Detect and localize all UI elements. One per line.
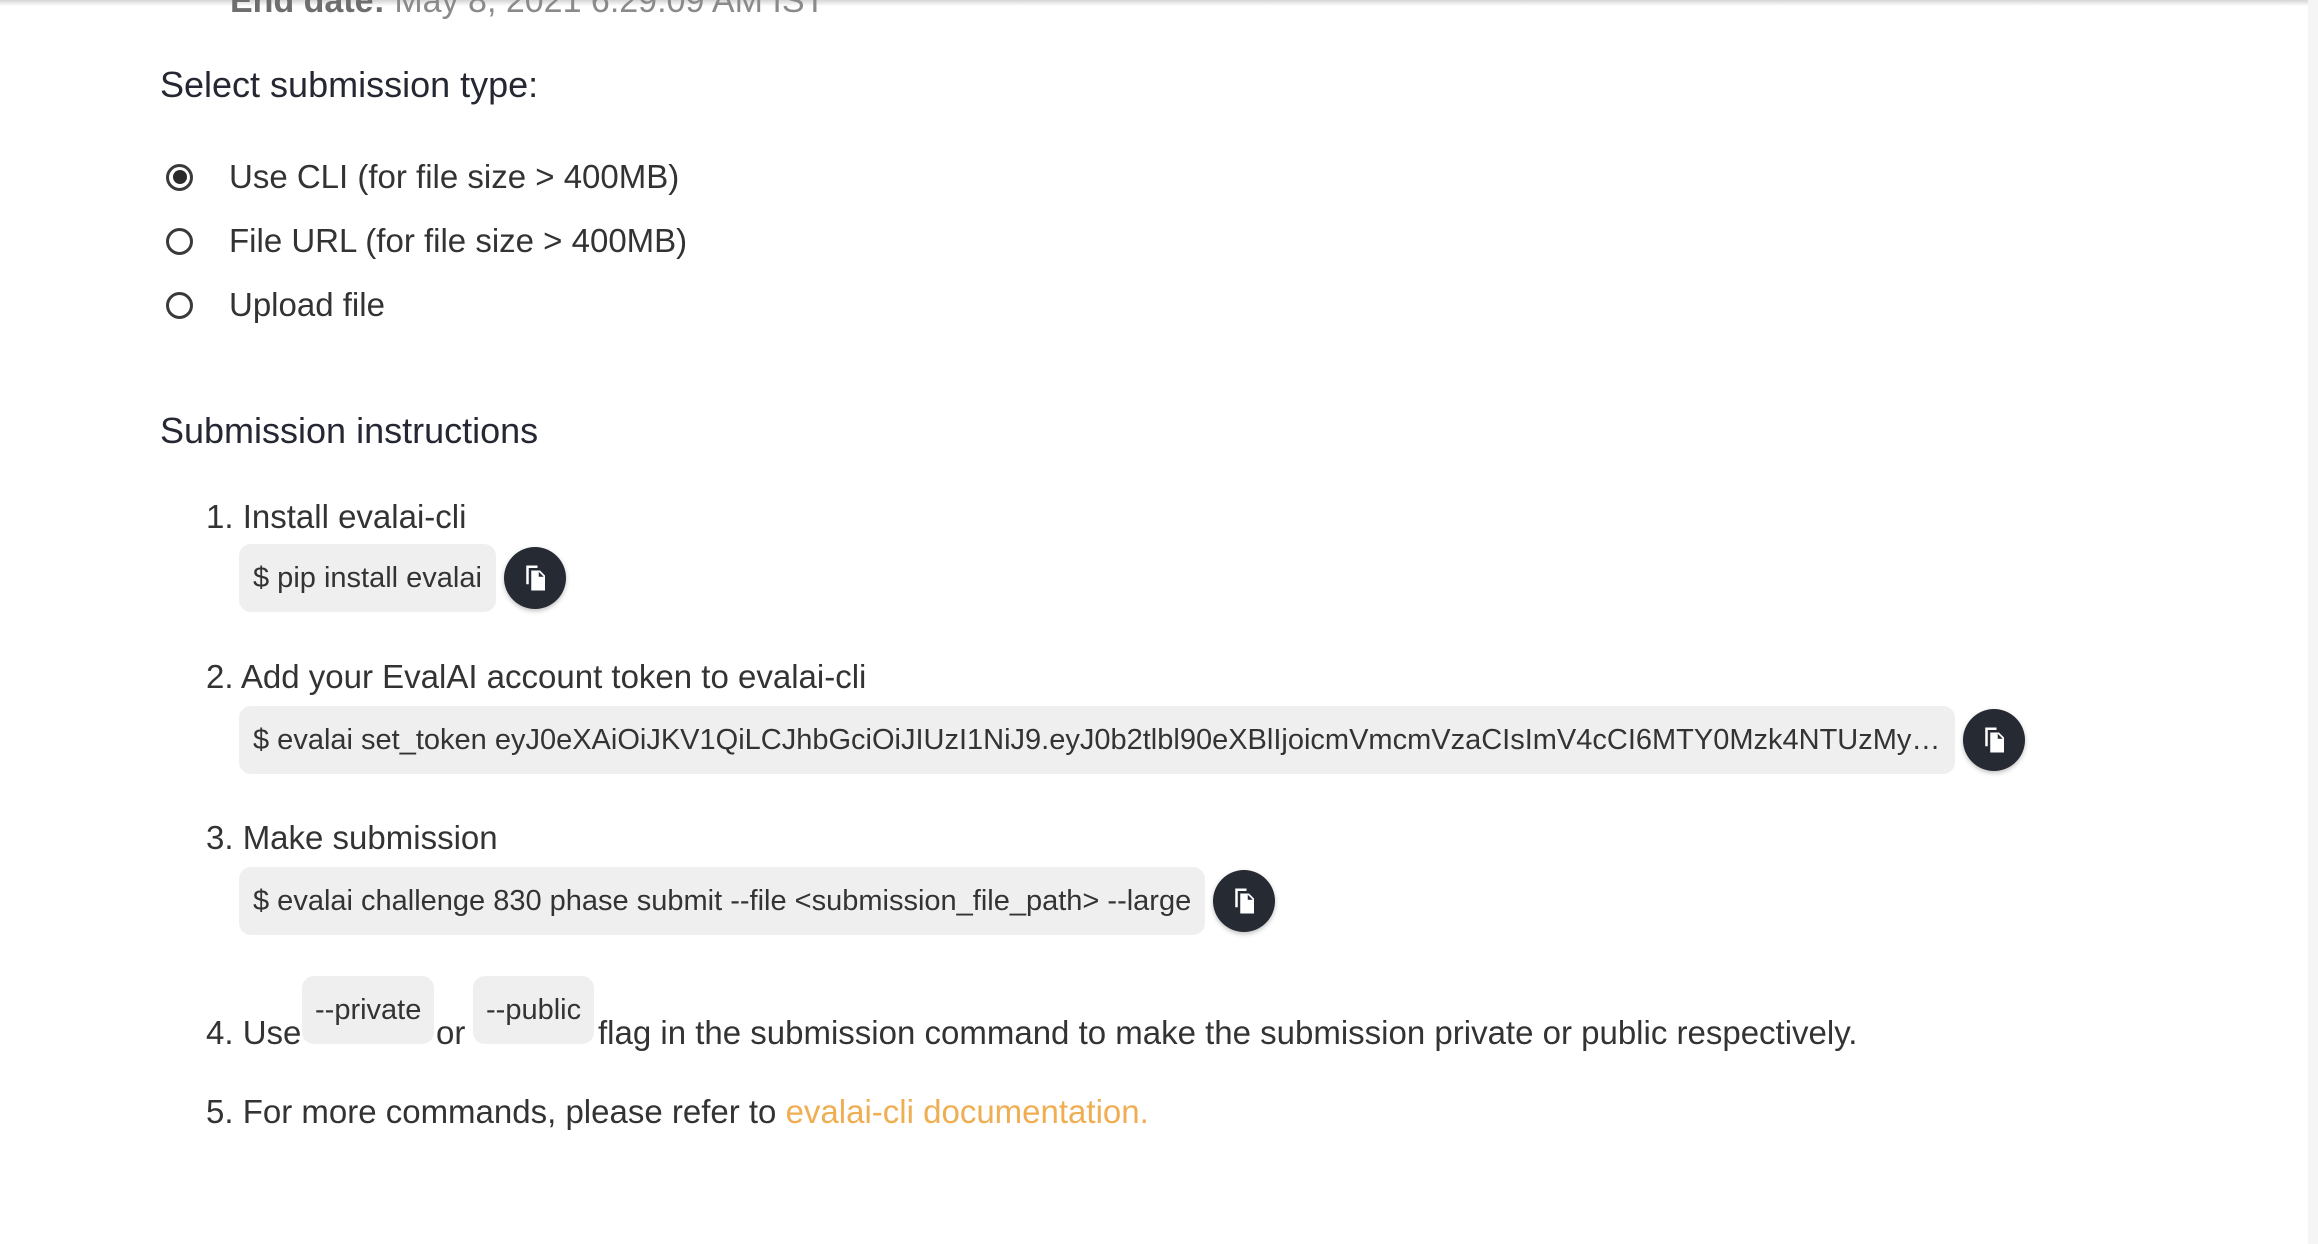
step-5-prefix: 5. For more commands, please refer to [206,1093,777,1130]
step-2-command[interactable]: $ evalai set_token eyJ0eXAiOiJKV1QiLCJhb… [239,706,1955,774]
private-flag-chip: --private [302,976,435,1044]
step-2-title: 2. Add your EvalAI account token to eval… [206,658,867,695]
step-1-title: 1. Install evalai-cli [206,498,467,535]
copy-icon [526,565,545,591]
copy-step-1-button[interactable] [503,547,566,609]
copy-icon [1235,888,1255,914]
radio-label-file-url: File URL (for file size > 400MB) [229,222,688,259]
step-4-suffix: flag in the submission command to make t… [598,1014,1858,1051]
instructions-heading: Submission instructions [160,410,539,451]
radio-unselected-icon[interactable] [166,227,193,255]
step-3-command[interactable]: $ evalai challenge 830 phase submit --fi… [239,867,1206,935]
copy-step-3-button[interactable] [1213,870,1276,932]
radio-label-cli: Use CLI (for file size > 400MB) [229,158,680,195]
scrollbar-track[interactable] [2308,0,2318,1244]
copy-step-2-button[interactable] [1963,709,2025,771]
step-2-command-row: $ evalai set_token eyJ0eXAiOiJKV1QiLCJhb… [239,705,2025,775]
radio-unselected-icon[interactable] [166,291,193,319]
step-3-title: 3. Make submission [206,819,498,856]
submission-type-heading: Select submission type: [160,64,539,105]
end-date-value: May 8, 2021 6:29:09 AM IST [394,0,826,20]
end-date-line: End date: May 8, 2021 6:29:09 AM IST [230,0,825,21]
radio-option-cli[interactable]: Use CLI (for file size > 400MB) [166,153,679,201]
radio-option-upload-file[interactable]: Upload file [166,281,385,329]
radio-option-file-url[interactable]: File URL (for file size > 400MB) [166,217,687,265]
public-flag-chip: --public [473,976,595,1044]
step-5-line: 5. For more commands, please refer to ev… [206,1093,1149,1131]
step-1-command[interactable]: $ pip install evalai [239,544,496,612]
step-3-command-row: $ evalai challenge 830 phase submit --fi… [239,866,1276,936]
evalai-cli-documentation-link[interactable]: evalai-cli documentation. [786,1093,1149,1130]
copy-icon [1985,727,2004,753]
radio-selected-icon[interactable] [166,163,193,191]
end-date-label: End date: [230,0,385,20]
step-1-command-row: $ pip install evalai [239,543,566,613]
step-4-or: or [436,1014,466,1051]
radio-label-upload-file: Upload file [229,286,385,323]
step-4-prefix: 4. Use [206,1014,302,1051]
